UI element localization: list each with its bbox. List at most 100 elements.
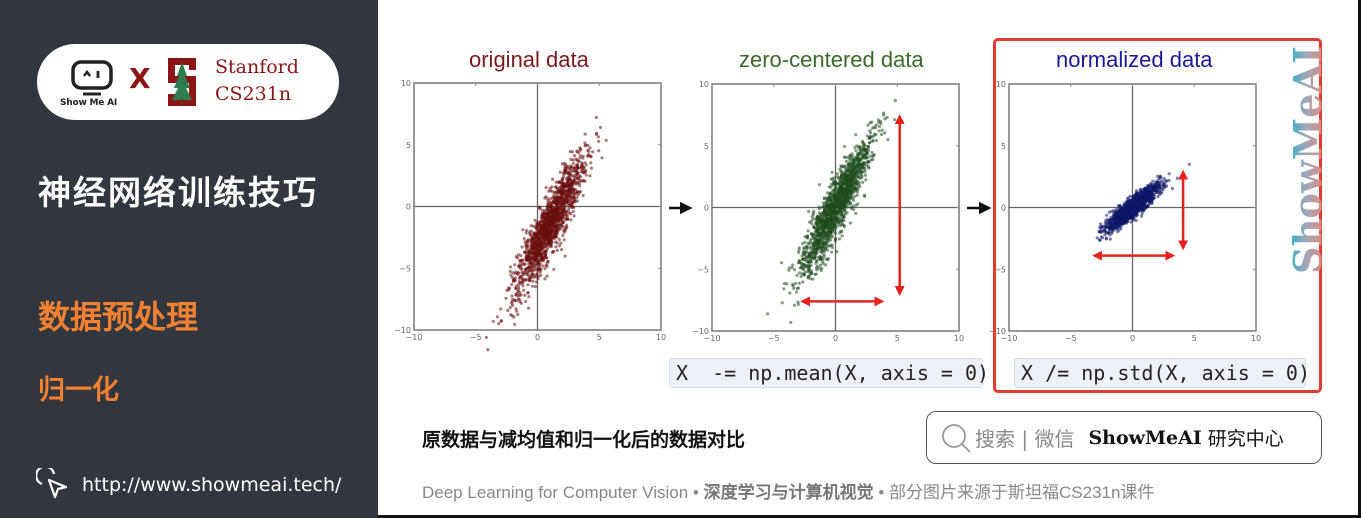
scatter-point xyxy=(869,135,873,139)
scatter-point xyxy=(840,200,844,204)
x-tick-label: −5 xyxy=(768,334,780,343)
scatter-point xyxy=(513,322,517,326)
scatter-point xyxy=(563,199,567,203)
scatter-point xyxy=(497,322,501,326)
scatter-point xyxy=(556,180,560,184)
scatter-point xyxy=(821,224,825,228)
scatter-point xyxy=(835,250,839,254)
scatter-point xyxy=(568,194,572,198)
scatter-point xyxy=(527,279,532,283)
scatter-point xyxy=(845,205,850,209)
scatter-point xyxy=(847,172,851,176)
scatter-point xyxy=(846,162,850,166)
scatter-point xyxy=(822,252,826,257)
scatter-point xyxy=(495,315,499,319)
scatter-point xyxy=(506,308,510,313)
scatter-point xyxy=(782,287,786,291)
scatter-point xyxy=(863,173,868,177)
scatter-point xyxy=(817,266,821,271)
scatter-point xyxy=(856,157,861,161)
scatter-point xyxy=(852,165,856,169)
scatter-point xyxy=(572,214,576,218)
scatter-point xyxy=(831,192,836,196)
scatter-point xyxy=(854,133,858,137)
scatter-point xyxy=(847,191,852,195)
scatter-point xyxy=(533,247,537,251)
scatter-point xyxy=(832,219,836,223)
footer: Deep Learning for Computer Vision • 深度学习… xyxy=(422,478,1154,503)
scatter-point xyxy=(514,307,518,311)
scatter-point xyxy=(787,266,791,270)
scatter-point xyxy=(509,313,513,317)
scatter-point xyxy=(524,299,528,304)
scatter-point xyxy=(554,234,558,239)
scatter-point xyxy=(855,193,859,197)
scatter-point xyxy=(528,230,532,234)
scatter-point xyxy=(569,218,573,222)
scatter-point xyxy=(848,153,852,157)
scatter-point xyxy=(527,247,532,251)
scatter-point xyxy=(814,239,818,243)
scatter-point xyxy=(520,276,524,280)
scatter-point xyxy=(512,279,516,283)
scatter-point xyxy=(874,123,878,127)
scatter-point xyxy=(539,225,543,229)
scatter-point xyxy=(581,193,585,198)
scatter-point xyxy=(524,231,528,235)
scatter-point xyxy=(575,175,579,179)
y-tick-label: 0 xyxy=(704,204,709,213)
scatter-point xyxy=(561,177,565,181)
scatter-point xyxy=(543,266,547,271)
scatter-point xyxy=(833,210,837,214)
plot-title-zero-centered: zero-centered data xyxy=(739,47,924,72)
scatter-point xyxy=(554,245,558,249)
scatter-point xyxy=(831,183,836,187)
scatter-point xyxy=(803,263,807,267)
scatter-point xyxy=(878,124,882,129)
scatter-point xyxy=(854,211,858,216)
scatter-point xyxy=(522,288,526,292)
scatter-point xyxy=(527,306,531,310)
scatter-point xyxy=(814,229,818,233)
scatter-point xyxy=(567,176,571,180)
scatter-point xyxy=(838,224,842,228)
scatter-point xyxy=(849,202,853,206)
scatter-point xyxy=(846,155,850,160)
scatter-point xyxy=(819,246,823,250)
scatter-point xyxy=(522,237,526,241)
scatter-point xyxy=(862,147,866,151)
scatter-point xyxy=(818,263,822,267)
y-tick-label: 5 xyxy=(406,141,411,150)
scatter-point xyxy=(576,159,580,163)
scatter-point xyxy=(529,224,533,228)
scatter-point xyxy=(510,283,514,287)
wechat-search-box[interactable]: 搜索 | 微信 ShowMeAI 研究中心 xyxy=(926,411,1322,464)
scatter-point xyxy=(550,219,554,223)
scatter-point xyxy=(563,204,567,208)
scatter-point xyxy=(539,232,543,236)
scatter-point xyxy=(848,159,852,163)
scatter-point xyxy=(831,204,836,208)
scatter-point xyxy=(572,199,576,203)
y-tick-label: 10 xyxy=(699,80,709,89)
scatter-point xyxy=(841,191,846,195)
scatter-point xyxy=(571,209,576,214)
scatter-point xyxy=(766,312,770,316)
scatter-point xyxy=(527,265,531,269)
scatter-point xyxy=(837,188,841,193)
scatter-point xyxy=(829,198,834,202)
scatter-point xyxy=(558,212,563,216)
scatter-point xyxy=(838,206,843,210)
scatter-point xyxy=(801,242,805,246)
scatter-point xyxy=(552,267,556,271)
scatter-point xyxy=(598,125,603,129)
scatter-point xyxy=(802,273,807,277)
scatter-point xyxy=(526,283,530,287)
scatter-point xyxy=(843,171,847,175)
scatter-point xyxy=(795,286,799,291)
scatter-point xyxy=(818,249,823,254)
scatter-point xyxy=(817,207,822,211)
scatter-point xyxy=(809,263,813,267)
scatter-point xyxy=(849,166,853,170)
scatter-point xyxy=(538,270,542,274)
